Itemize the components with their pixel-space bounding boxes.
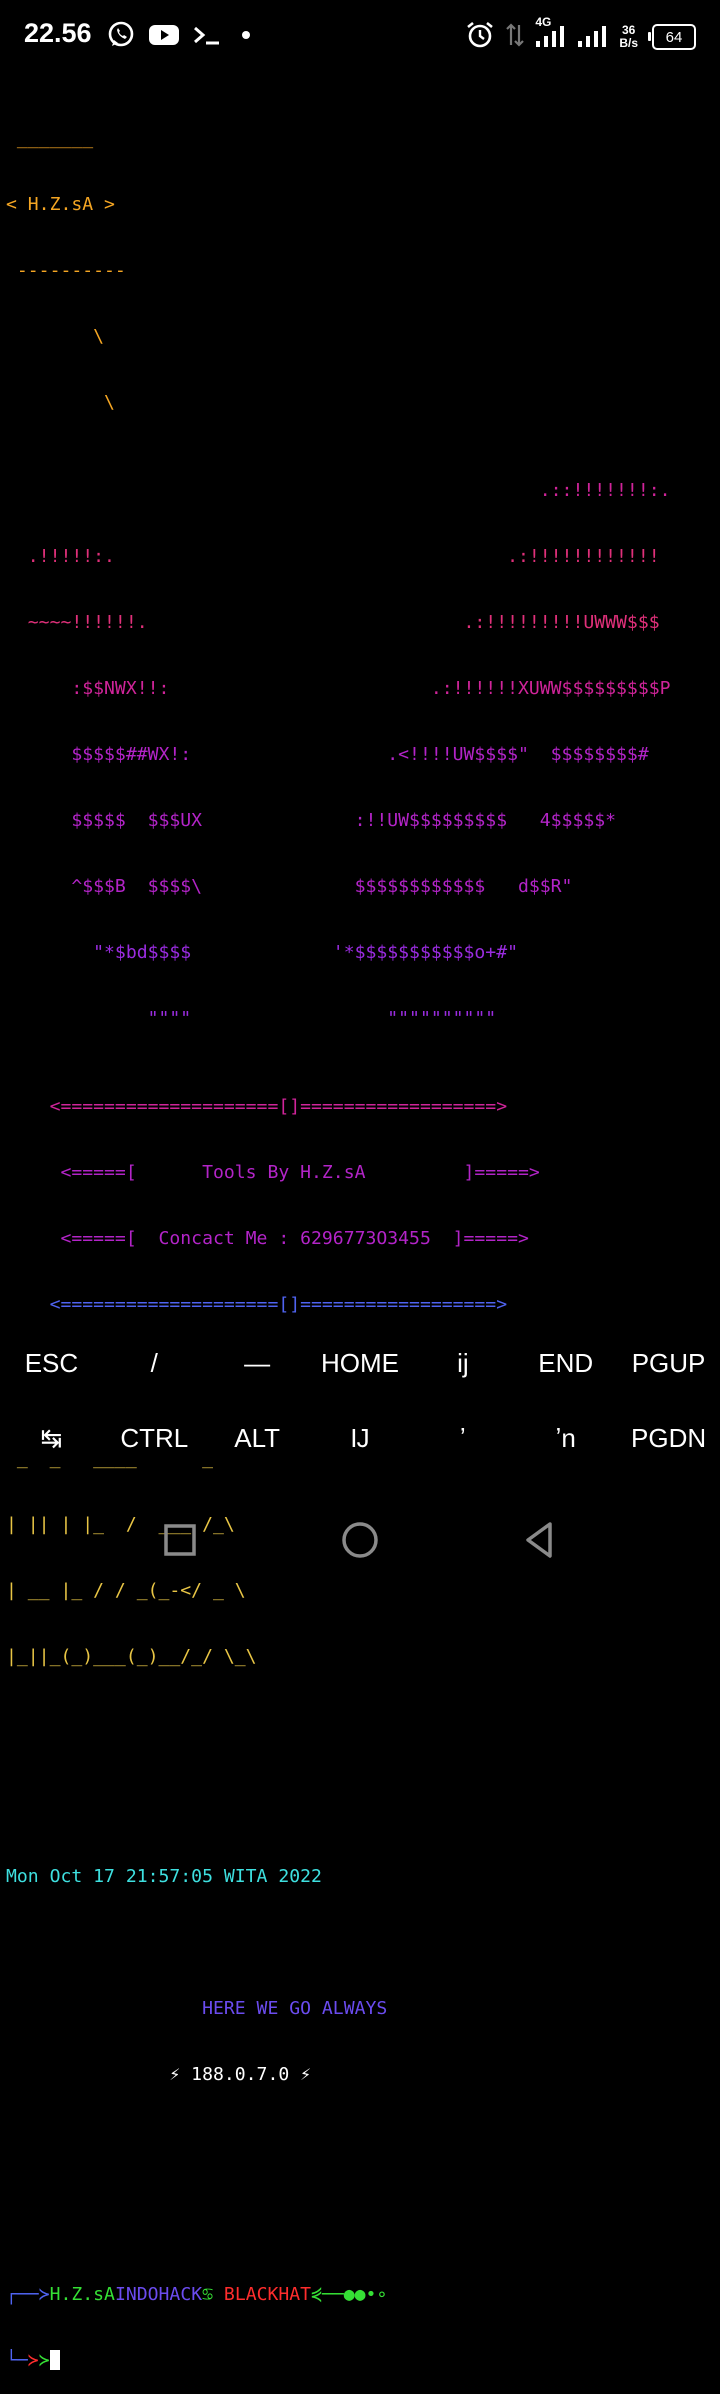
key-n-apostrophe[interactable]: ʼn (514, 1401, 617, 1476)
signal-icon: 4G (535, 15, 567, 53)
speech-tail-1: \ (6, 326, 105, 347)
key-end[interactable]: END (514, 1326, 617, 1401)
triangle-back-icon (526, 1522, 552, 1558)
ascii-art-line: ^$$$B $$$$\ $$$$$$$$$$$$ d$$R" (6, 876, 573, 897)
key-home[interactable]: HOME (309, 1326, 412, 1401)
speech-bubble-top: _______ (6, 128, 94, 149)
speech-tail-2: \ (6, 392, 115, 413)
speech-bubble-text: < H.Z.sA > (6, 194, 115, 215)
recents-button[interactable] (150, 1510, 210, 1570)
battery-level: 64 (665, 28, 683, 46)
version-line: ⚡ 188.0.7.0 ⚡ (6, 2064, 312, 2085)
system-icons: 4G 36 B/s 64 (465, 15, 696, 54)
key-slash[interactable]: / (103, 1326, 206, 1401)
signal-icon-2 (577, 21, 609, 53)
key-ij[interactable]: ij (411, 1326, 514, 1401)
network-speed: 36 B/s (619, 24, 638, 50)
square-icon (164, 1524, 196, 1556)
figlet-line: |_||_(_)___(_)__/_/ \_\ (6, 1646, 257, 1667)
prompt-separator: ♋ (202, 2284, 214, 2305)
battery-icon: 64 (648, 24, 696, 50)
status-bar: 22.56 4G 36 B/s 64 (0, 0, 720, 72)
key-alt[interactable]: ALT (206, 1401, 309, 1476)
banner-contact: <=====[ Concact Me : 6296773O3455 ]=====… (6, 1228, 529, 1249)
prompt-arrow-red: ≻ (27, 2350, 39, 2371)
key-ctrl[interactable]: CTRL (103, 1401, 206, 1476)
circle-icon (342, 1522, 378, 1558)
terminal-output[interactable]: _______ < H.Z.sA > ---------- \ \ .::!!!… (6, 84, 671, 2394)
ascii-art-line: .::!!!!!!!:. (6, 480, 671, 501)
key-esc[interactable]: ESC (0, 1326, 103, 1401)
key-pgup[interactable]: PGUP (617, 1326, 720, 1401)
key-ij-upper[interactable]: Ĳ (309, 1401, 412, 1476)
prompt-box-top: ┌── (6, 2284, 39, 2305)
prompt-line-1: ┌──≻H.Z.sAINDOHACK♋ BLACKHAT⋞──●●•∘ (6, 2284, 671, 2306)
banner-bottom: <====================[]=================… (6, 1294, 508, 1315)
ascii-art-line: "*$bd$$$$ '*$$$$$$$$$$$o+#" (6, 942, 518, 963)
prompt-arrow-green: ≻ (38, 2350, 50, 2371)
text-cursor[interactable] (49, 2350, 60, 2370)
ascii-art-line: :$$NWX!!: .:!!!!!!XUWW$$$$$$$$$P (6, 678, 671, 699)
key-tab[interactable]: ↹ (0, 1401, 103, 1476)
prompt-tail: ⋞──●●•∘ (311, 2284, 388, 2305)
key-pgdn[interactable]: PGDN (617, 1401, 720, 1476)
date-line: Mon Oct 17 21:57:05 WITA 2022 (6, 1866, 322, 1887)
ascii-art-line: ~~~~!!!!!!. .:!!!!!!!!!UWWW$$$ (6, 612, 660, 633)
prompt-tag: BLACKHAT (213, 2284, 312, 2305)
dot-icon (234, 23, 254, 51)
ascii-art-line: .!!!!!:. .:!!!!!!!!!!!! (6, 546, 660, 567)
banner-tools: <=====[ Tools By H.Z.sA ]=====> (6, 1162, 540, 1183)
notification-icons (106, 20, 254, 54)
youtube-icon (148, 23, 180, 51)
whatsapp-icon (106, 20, 136, 54)
terminal-icon (192, 23, 222, 51)
prompt-box-bottom: └─ (6, 2350, 28, 2371)
motto-line: HERE WE GO ALWAYS (6, 1998, 388, 2019)
ascii-art-line: """" """""""""" (6, 1008, 497, 1029)
ascii-art-line: $$$$$##WX!: .<!!!!UW$$$$" $$$$$$$$# (6, 744, 649, 765)
alarm-icon (465, 20, 495, 54)
key-apostrophe[interactable]: ʼ (411, 1401, 514, 1476)
speech-bubble-bottom: ---------- (6, 260, 126, 281)
prompt-line-2[interactable]: └─≻≻ (6, 2350, 671, 2372)
data-arrows-icon (505, 21, 525, 53)
banner-top: <====================[]=================… (6, 1096, 508, 1117)
key-dash[interactable]: — (206, 1326, 309, 1401)
prompt-arrow: ≻ (38, 2284, 50, 2305)
status-time: 22.56 (24, 18, 92, 48)
prompt-user: H.Z.sA (49, 2284, 115, 2305)
extra-keys-bar: ESC / — HOME ij END PGUP ↹ CTRL ALT Ĳ ʼ … (0, 1326, 720, 1476)
prompt-host: INDOHACK (114, 2284, 203, 2305)
ascii-art-line: $$$$$ $$$UX :!!UW$$$$$$$$$ 4$$$$$* (6, 810, 617, 831)
navigation-bar (0, 1490, 720, 1600)
speed-unit: B/s (619, 36, 638, 50)
home-button[interactable] (330, 1510, 390, 1570)
network-type: 4G (535, 15, 552, 29)
back-button[interactable] (510, 1510, 570, 1570)
